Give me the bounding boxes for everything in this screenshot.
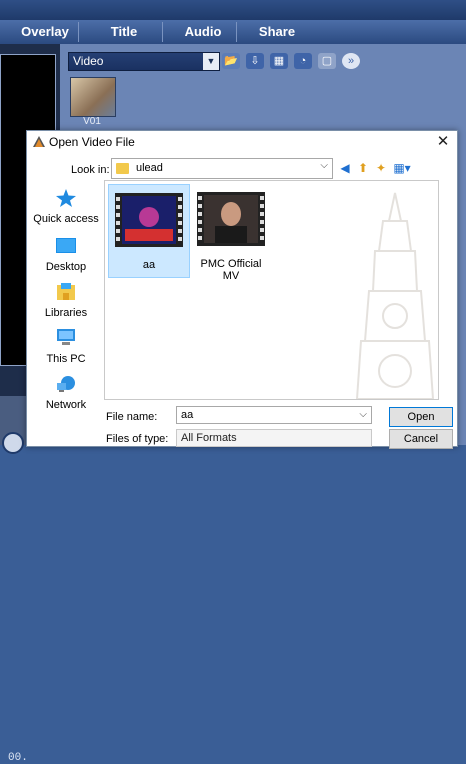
file-item-aa[interactable]: aa [108,184,190,278]
file-name-label: PMC Official MV [200,258,262,282]
chevron-down-icon[interactable]: ⌵ [359,407,367,423]
place-quick-access[interactable]: Quick access [33,189,99,233]
look-in-combobox[interactable]: ulead ⌵ [111,158,333,179]
file-name-input[interactable]: aa ⌵ [176,406,372,424]
file-type-select[interactable]: All Formats [176,429,372,447]
open-button[interactable]: Open [389,407,453,427]
file-name-label: aa [142,259,156,271]
dialog-title-bar: Open Video File ✕ [27,131,457,153]
file-type-label: Files of type: [106,433,169,445]
tab-share[interactable]: Share [244,22,310,42]
video-file-thumbnail [115,193,183,247]
library-manager-icon[interactable]: ▢ [318,53,336,69]
dialog-title: Open Video File [49,135,135,149]
place-label: Network [45,399,87,411]
file-item-pmc-official-mv[interactable]: PMC Official MV [191,184,271,282]
library-category-value: Video [73,54,104,68]
place-this-pc[interactable]: This PC [33,329,99,373]
storyboard-icon[interactable]: ▦ [270,53,288,69]
library-category-select[interactable]: Video ▼ [68,52,220,71]
back-icon[interactable]: ◀ [337,160,353,176]
cancel-button[interactable]: Cancel [389,429,453,449]
libraries-icon [57,283,75,300]
view-menu-icon[interactable]: ▦▾ [391,160,413,176]
open-video-file-dialog: Open Video File ✕ Look in: ulead ⌵ ◀ ⬆ ✦… [26,130,458,449]
file-name-value: aa [181,409,194,421]
app-logo-icon [33,136,45,147]
folder-icon [116,163,129,174]
file-type-value: All Formats [181,432,237,444]
open-folder-icon[interactable]: 📂 [222,53,240,69]
dropdown-arrow-icon: ▼ [203,53,219,70]
file-name-label-static: File name: [106,411,158,423]
place-label: Quick access [33,213,99,225]
place-label: Libraries [44,307,88,319]
place-label: Desktop [45,261,87,273]
new-folder-icon[interactable]: ✦ [373,160,389,176]
place-label: This PC [46,353,86,365]
up-folder-icon[interactable]: ⬆ [355,160,371,176]
thumbnail-label: V01 [83,116,101,127]
video-thumbnail[interactable] [70,77,116,117]
place-libraries[interactable]: Libraries [33,283,99,327]
place-desktop[interactable]: Desktop [33,237,99,281]
look-in-value: ulead [136,162,163,174]
close-icon[interactable]: ✕ [435,133,451,151]
app-tab-bar: Overlay Title Audio Share [0,20,466,45]
file-list[interactable]: aa PMC Official MV [104,180,439,400]
look-in-label: Look in: [71,164,110,176]
quick-access-star-icon [56,189,76,207]
chevron-down-icon: ⌵ [320,160,328,171]
place-network[interactable]: Network [33,375,99,419]
play-button-icon[interactable] [2,432,24,454]
places-bar: Quick access Desktop Libraries This PC N… [33,181,99,446]
expand-chevron-icon[interactable]: » [342,53,360,69]
tab-overlay[interactable]: Overlay [12,22,79,42]
app-title-strip [0,0,466,20]
video-file-thumbnail [197,192,265,246]
import-icon[interactable]: ⇩ [246,53,264,69]
computer-icon [57,329,75,345]
tab-audio[interactable]: Audio [170,22,237,42]
timecode-text: 00. [8,752,28,764]
capture-icon[interactable]: ◔ [294,53,312,69]
tab-title[interactable]: Title [86,22,163,42]
desktop-icon [56,238,76,253]
network-icon [57,376,75,392]
pagoda-watermark-icon [355,192,435,399]
